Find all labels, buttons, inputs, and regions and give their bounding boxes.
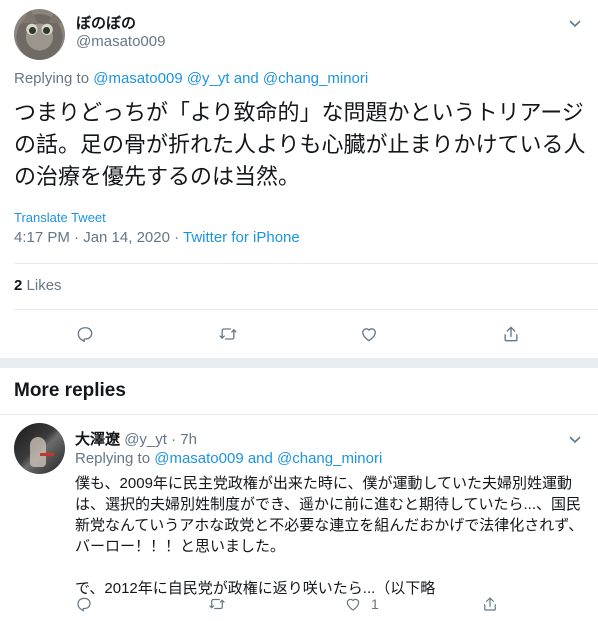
- reply-display-name[interactable]: 大澤遼: [75, 431, 120, 448]
- retweet-button[interactable]: [208, 595, 226, 613]
- replying-to-users[interactable]: @masato009 @y_yt and @chang_minori: [93, 70, 368, 87]
- retweet-button[interactable]: [218, 324, 238, 344]
- reply-button[interactable]: [75, 324, 95, 344]
- tweet-meta: 4:17 PM · Jan 14, 2020 · Twitter for iPh…: [14, 229, 300, 246]
- avatar[interactable]: [14, 9, 65, 60]
- reply-header: 大澤遼 @y_yt · 7h: [75, 428, 197, 449]
- likes-stat[interactable]: 2 Likes: [14, 277, 62, 294]
- more-replies-heading: More replies: [14, 380, 126, 401]
- source-link[interactable]: Twitter for iPhone: [183, 229, 300, 246]
- like-button[interactable]: [359, 324, 379, 344]
- reply-text-line: 新党なんていうアホな政党と不必要な連立を組んだおかげで法律化されず、: [75, 517, 584, 534]
- retweet-icon: [209, 598, 225, 610]
- separator: ·: [169, 229, 183, 246]
- avatar-figure: [30, 437, 46, 467]
- divider: [14, 263, 598, 264]
- reply-avatar[interactable]: [14, 423, 65, 474]
- translate-tweet-link[interactable]: Translate Tweet: [14, 210, 106, 225]
- avatar-accent: [40, 453, 54, 456]
- reply-replying-to: Replying to @masato009 and @chang_minori: [75, 450, 382, 467]
- cat-ear: [48, 9, 64, 23]
- replying-to-users[interactable]: @masato009 and @chang_minori: [154, 450, 382, 467]
- likes-label: Likes: [26, 277, 62, 294]
- replying-to: Replying to @masato009 @y_yt and @chang_…: [14, 70, 368, 87]
- tweet-text: つまりどっちが「より致命的」な問題かというトリアージの話。足の骨が折れた人よりも…: [14, 100, 586, 189]
- reply-text-line: バーロー！！！と思いました。: [75, 538, 286, 555]
- like-button[interactable]: 1: [344, 595, 379, 613]
- reply-icon: [77, 597, 91, 612]
- cat-eye: [43, 27, 50, 34]
- divider: [14, 309, 598, 310]
- reply-icon: [77, 327, 93, 343]
- reply-time[interactable]: · 7h: [167, 431, 197, 448]
- timestamp[interactable]: 4:17 PM · Jan 14, 2020: [14, 229, 170, 246]
- reply-text-line: は、選択的夫婦別姓制度ができ、遥かに前に進むと期待していたら...、国民: [75, 496, 582, 513]
- reply-text-line: で、2012年に自民党が政権に返り咲いたら...（以下略: [75, 580, 436, 597]
- reply-text-line: 僕も、2009年に民主党政権が出来た時に、僕が運動していた夫婦別姓運動: [75, 475, 573, 492]
- share-button[interactable]: [501, 324, 521, 344]
- heart-icon: [346, 598, 360, 611]
- reply-handle[interactable]: @y_yt: [124, 431, 167, 448]
- chevron-down-icon[interactable]: [569, 15, 581, 33]
- heart-icon: [362, 328, 376, 342]
- share-button[interactable]: [481, 595, 499, 613]
- divider: [0, 414, 598, 415]
- reply-text: 僕も、2009年に民主党政権が出来た時に、僕が運動していた夫婦別姓運動 は、選択…: [75, 473, 585, 599]
- chevron-down-icon[interactable]: [569, 431, 581, 449]
- share-icon: [484, 597, 496, 611]
- share-icon: [504, 326, 518, 342]
- retweet-icon: [219, 328, 237, 340]
- replying-label: Replying to: [14, 70, 90, 87]
- cat-ear: [22, 9, 38, 23]
- user-handle[interactable]: @masato009: [76, 33, 165, 50]
- display-name[interactable]: ぼのぼの: [76, 12, 136, 33]
- like-count: 1: [371, 596, 379, 612]
- cat-eye: [29, 27, 36, 34]
- section-separator: [0, 358, 598, 368]
- replying-label: Replying to: [75, 450, 151, 467]
- reply-button[interactable]: [75, 595, 93, 613]
- likes-count: 2: [14, 277, 23, 294]
